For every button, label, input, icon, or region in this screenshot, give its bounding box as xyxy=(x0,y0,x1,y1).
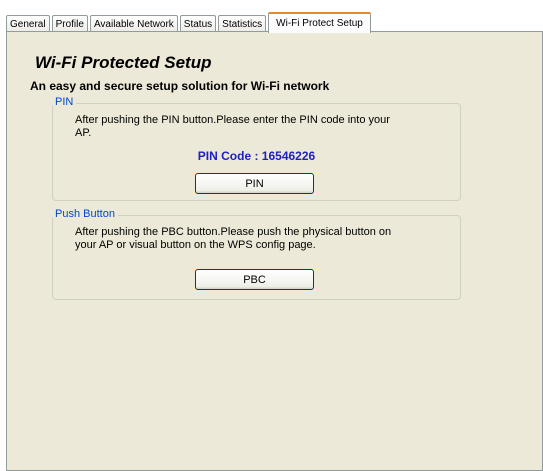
tab-status[interactable]: Status xyxy=(179,15,217,32)
tab-bar: General Profile Available Network Status… xyxy=(6,10,373,33)
push-button-group-legend: Push Button xyxy=(53,208,118,220)
tab-general[interactable]: General xyxy=(6,15,50,32)
tab-wifi-protect-setup[interactable]: Wi-Fi Protect Setup xyxy=(268,12,371,33)
pbc-description-line2: your AP or visual button on the WPS conf… xyxy=(75,239,316,251)
pin-description-line1: After pushing the PIN button.Please ente… xyxy=(75,114,390,126)
push-button-group: Push Button After pushing the PBC button… xyxy=(52,208,461,300)
tab-statistics[interactable]: Statistics xyxy=(218,15,267,32)
pin-button[interactable]: PIN xyxy=(195,173,314,194)
pin-group: PIN After pushing the PIN button.Please … xyxy=(52,96,461,201)
pbc-description-line1: After pushing the PBC button.Please push… xyxy=(75,226,392,238)
wps-panel: Wi-Fi Protected Setup An easy and secure… xyxy=(6,31,543,471)
pbc-button[interactable]: PBC xyxy=(195,269,314,290)
wps-panel-content: Wi-Fi Protected Setup An easy and secure… xyxy=(9,34,542,470)
pin-group-legend: PIN xyxy=(53,96,77,108)
pin-code-display: PIN Code : 16546226 xyxy=(197,149,316,163)
pin-description-line2: AP. xyxy=(75,127,92,139)
page-title: Wi-Fi Protected Setup xyxy=(35,53,212,72)
tab-available-network[interactable]: Available Network xyxy=(89,15,178,32)
tab-profile[interactable]: Profile xyxy=(51,15,88,32)
page-subtitle: An easy and secure setup solution for Wi… xyxy=(30,79,330,93)
